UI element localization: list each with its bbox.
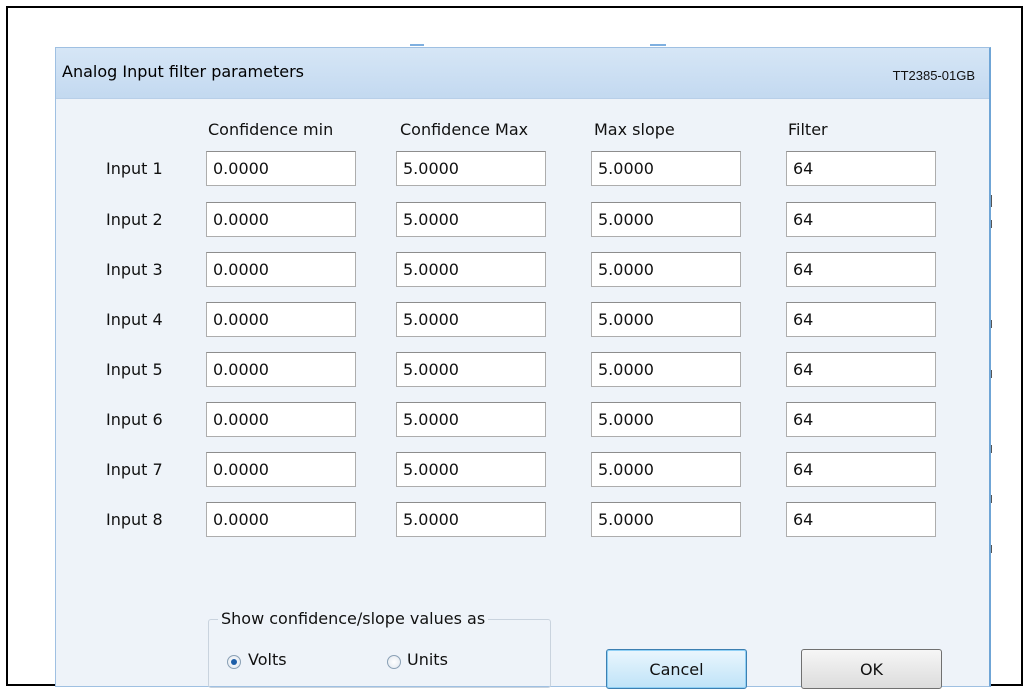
volts-radio-label[interactable]: Volts [248,650,287,669]
document-reference: TT2385-01GB [892,68,975,83]
input-7-confidence-max-field[interactable]: 5.0000 [396,452,546,487]
column-header-confidence-max: Confidence Max [400,120,529,139]
input-5-filter-field[interactable]: 64 [786,352,936,387]
analog-input-filter-dialog: Analog Input filter parameters TT2385-01… [55,47,991,689]
input-6-max-slope-field[interactable]: 5.0000 [591,402,741,437]
input-1-max-slope-field[interactable]: 5.0000 [591,151,741,186]
column-header-filter: Filter [788,120,828,139]
input-2-filter-field[interactable]: 64 [786,202,936,237]
ok-button[interactable]: OK [801,649,942,689]
units-radio-label[interactable]: Units [407,650,448,669]
input-4-max-slope-field[interactable]: 5.0000 [591,302,741,337]
input-6-filter-field[interactable]: 64 [786,402,936,437]
input-3-filter-field[interactable]: 64 [786,252,936,287]
input-1-confidence-min-field[interactable]: 0.0000 [206,151,356,186]
input-4-filter-field[interactable]: 64 [786,302,936,337]
column-header-confidence-min: Confidence min [208,120,334,139]
row-label-input-4: Input 4 [106,310,163,329]
input-2-confidence-max-field[interactable]: 5.0000 [396,202,546,237]
background-window-edge [410,44,424,46]
input-8-confidence-max-field[interactable]: 5.0000 [396,502,546,537]
input-6-confidence-min-field[interactable]: 0.0000 [206,402,356,437]
input-2-confidence-min-field[interactable]: 0.0000 [206,202,356,237]
row-label-input-1: Input 1 [106,159,163,178]
display-mode-legend: Show confidence/slope values as [218,609,489,628]
row-label-input-2: Input 2 [106,210,163,229]
dialog-titlebar[interactable]: Analog Input filter parameters TT2385-01… [56,48,989,99]
input-8-filter-field[interactable]: 64 [786,502,936,537]
row-label-input-6: Input 6 [106,410,163,429]
row-label-input-7: Input 7 [106,460,163,479]
input-1-confidence-max-field[interactable]: 5.0000 [396,151,546,186]
input-6-confidence-max-field[interactable]: 5.0000 [396,402,546,437]
input-3-max-slope-field[interactable]: 5.0000 [591,252,741,287]
input-3-confidence-min-field[interactable]: 0.0000 [206,252,356,287]
row-label-input-5: Input 5 [106,360,163,379]
volts-radio[interactable] [227,655,241,669]
input-2-max-slope-field[interactable]: 5.0000 [591,202,741,237]
input-7-filter-field[interactable]: 64 [786,452,936,487]
row-label-input-8: Input 8 [106,510,163,529]
input-5-confidence-min-field[interactable]: 0.0000 [206,352,356,387]
input-7-max-slope-field[interactable]: 5.0000 [591,452,741,487]
input-1-filter-field[interactable]: 64 [786,151,936,186]
input-8-max-slope-field[interactable]: 5.0000 [591,502,741,537]
input-4-confidence-min-field[interactable]: 0.0000 [206,302,356,337]
input-7-confidence-min-field[interactable]: 0.0000 [206,452,356,487]
input-8-confidence-min-field[interactable]: 0.0000 [206,502,356,537]
column-header-max-slope: Max slope [594,120,675,139]
input-3-confidence-max-field[interactable]: 5.0000 [396,252,546,287]
dialog-body: Confidence min Confidence Max Max slope … [56,99,989,689]
cancel-button[interactable]: Cancel [606,649,747,689]
dialog-title: Analog Input filter parameters [62,62,304,81]
input-4-confidence-max-field[interactable]: 5.0000 [396,302,546,337]
background-window-edge [650,44,666,46]
row-label-input-3: Input 3 [106,260,163,279]
input-5-confidence-max-field[interactable]: 5.0000 [396,352,546,387]
units-radio[interactable] [387,655,401,669]
input-5-max-slope-field[interactable]: 5.0000 [591,352,741,387]
